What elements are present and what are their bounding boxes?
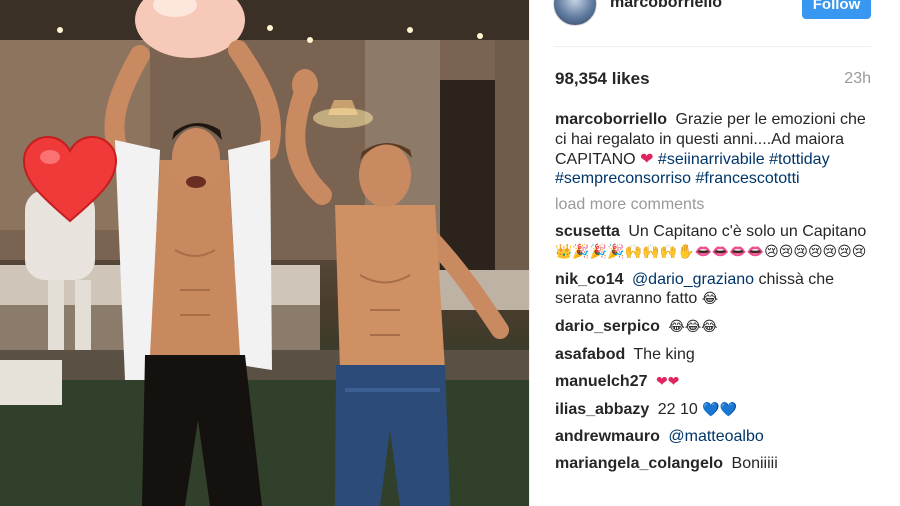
post-side-panel: marcoborriello Follow 98,354 likes 23h m… (530, 0, 900, 506)
comment-username[interactable]: nik_co14 (555, 271, 623, 288)
comment-emoji: 👑🎉🎉🎉🙌🙌🙌✋👄👄👄👄😢😢😢😢😢😢😢 (555, 243, 867, 260)
comment-emoji: ❤❤ (655, 373, 680, 390)
comment: nik_co14 @dario_graziano chissà che sera… (555, 270, 875, 311)
hashtag[interactable]: #seiinarrivabile (658, 151, 765, 168)
comment: dario_serpico 😂😂😂 (555, 317, 875, 338)
load-more-comments-link[interactable]: load more comments (555, 195, 875, 215)
hashtag[interactable]: #sempreconsorriso (555, 170, 691, 187)
comment: scusetta Un Capitano c'è solo un Capitan… (555, 222, 875, 263)
owner-username[interactable]: marcoborriello (610, 0, 722, 12)
comment-text: Un Capitano c'è solo un Capitano (628, 222, 867, 240)
comment-emoji: 😂😂😂 (668, 319, 718, 336)
comment-username[interactable]: manuelch27 (555, 373, 647, 390)
hashtag[interactable]: #tottiday (769, 151, 829, 168)
owner-avatar[interactable] (553, 0, 597, 26)
comment-emoji: 😂 (701, 291, 719, 308)
comment: manuelch27 ❤❤ (555, 372, 875, 393)
comment-mention[interactable]: @dario_graziano (632, 271, 754, 288)
heart-sticker-icon (22, 135, 118, 223)
comment-text: The king (633, 345, 695, 363)
caption: marcoborriello Grazie per le emozioni ch… (555, 110, 875, 189)
likes-count[interactable]: 98,354 likes (555, 69, 650, 89)
comment-username[interactable]: scusetta (555, 223, 620, 240)
comment-username[interactable]: asafabod (555, 346, 625, 363)
comment-text: 22 10 (657, 400, 698, 418)
caption-heart: ❤ (640, 150, 654, 168)
comment-username[interactable]: andrewmauro (555, 428, 660, 445)
post-photo[interactable] (0, 0, 529, 506)
comment: andrewmauro @matteoalbo (555, 427, 875, 447)
comment-text: Boniiiii (731, 455, 778, 473)
photo-scene (0, 0, 529, 506)
caption-username[interactable]: marcoborriello (555, 111, 667, 128)
follow-button[interactable]: Follow (802, 0, 871, 19)
post-timestamp[interactable]: 23h (844, 70, 871, 88)
comment: asafabod The king (555, 345, 875, 365)
comment-mention[interactable]: @matteoalbo (668, 428, 763, 445)
comment-username[interactable]: mariangela_colangelo (555, 455, 723, 472)
comment: mariangela_colangelo Boniiiii (555, 454, 875, 474)
comment-emoji: 💙💙 (702, 401, 738, 418)
hashtag[interactable]: #francescototti (696, 170, 800, 187)
comment-username[interactable]: dario_serpico (555, 318, 660, 335)
header-divider (554, 46, 871, 47)
comment: ilias_abbazy 22 10 💙💙 (555, 400, 875, 421)
comments-list: marcoborriello Grazie per le emozioni ch… (555, 110, 875, 481)
comment-username[interactable]: ilias_abbazy (555, 401, 649, 418)
